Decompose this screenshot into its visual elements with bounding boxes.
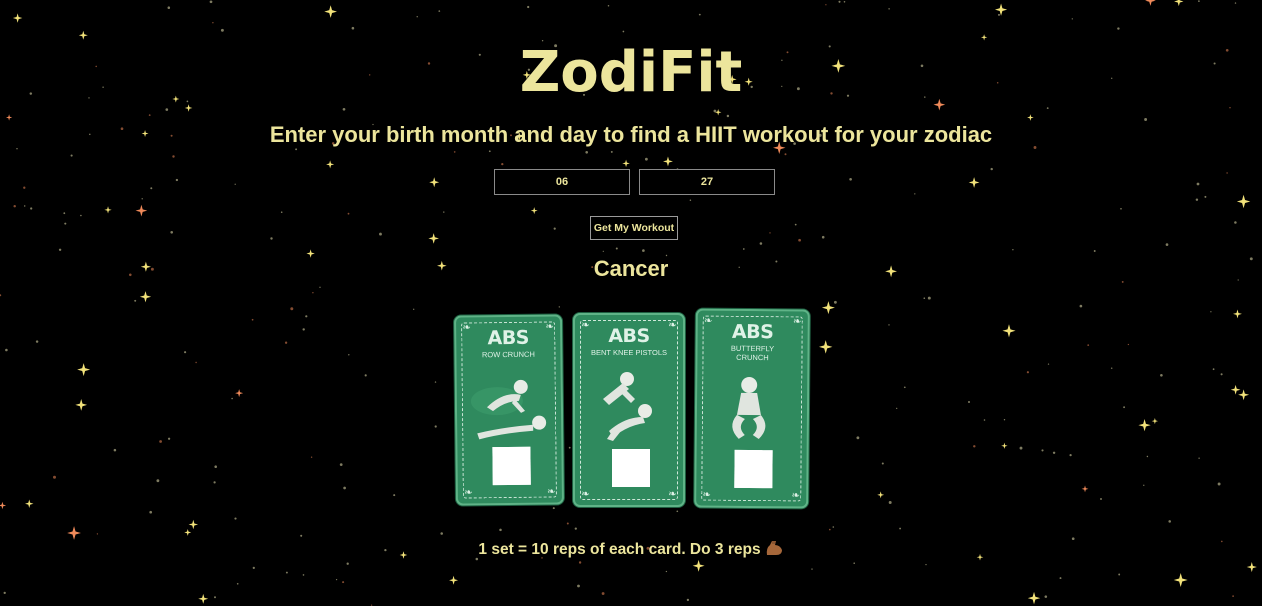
card-exercise-name: ROW CRUNCH [481,349,535,360]
qr-code-icon [492,446,531,486]
app-container: ZodiFit Enter your birth month and day t… [0,0,1262,606]
card-corner-ornament: ❧ [547,486,556,498]
birth-month-input[interactable] [494,169,630,195]
zodiac-sign-heading: Cancer [593,256,669,281]
card-corner-ornament: ❧ [791,490,800,502]
card-corner-ornament: ❧ [702,489,711,501]
workout-card: ❧ ❧ ABS BUTTERFLY CRUNCH ❧ ❧ [694,308,810,509]
card-category: ABS [608,325,650,347]
qr-code-icon [612,449,650,487]
app-title: ZodiFit [519,40,743,105]
card-category: ABS [487,326,530,350]
card-corner-ornament: ❧ [668,489,677,500]
workout-cards: ❧ ❧ ABS ROW CRUNCH ❧ ❧ ❧ ❧ ABS BENT KNEE… [452,308,812,510]
exercise-figure-image [732,376,766,440]
qr-code-icon [734,449,773,489]
card-corner-ornament: ❧ [464,487,473,499]
card-exercise-name: BUTTERFLY CRUNCH [730,343,775,363]
instructions-text: 1 set = 10 reps of each card. Do 3 reps [478,541,761,558]
workout-card: ❧ ❧ ABS ROW CRUNCH ❧ ❧ [454,314,564,506]
birth-day-input[interactable] [639,169,775,195]
prompt-text: Enter your birth month and day to find a… [269,122,993,147]
card-exercise-name: BENT KNEE PISTOLS [591,348,667,357]
card-corner-ornament: ❧ [581,489,590,500]
flexed-biceps-icon [764,539,784,562]
workout-instructions: 1 set = 10 reps of each card. Do 3 reps [0,539,1262,562]
workout-card: ❧ ❧ ABS BENT KNEE PISTOLS ❧ ❧ [573,313,685,507]
exercise-figure-image [470,379,547,440]
card-category: ABS [731,320,774,344]
get-workout-button[interactable]: Get My Workout [590,216,678,240]
exercise-figure-image [603,372,652,441]
birthdate-form [494,169,776,195]
